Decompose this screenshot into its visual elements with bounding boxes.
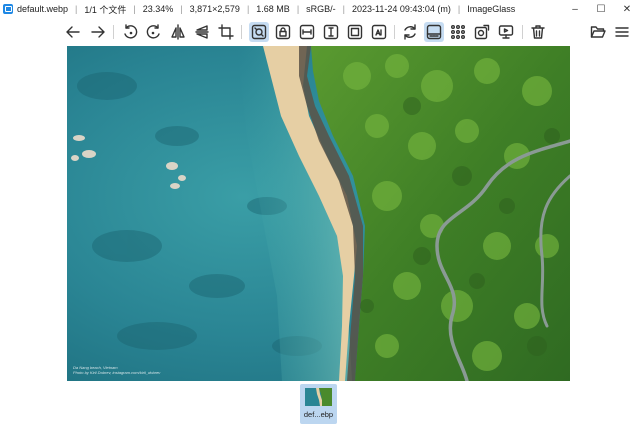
title-datetime: 2023-11-24 09:43:04 (m) (352, 4, 451, 14)
window-controls: – ☐ ✕ (562, 0, 640, 18)
flip-horizontal-icon (171, 24, 185, 40)
lock-zoom-button[interactable] (273, 22, 293, 42)
rotate-right-button[interactable] (144, 22, 164, 42)
title-separator: | (457, 4, 461, 14)
scale-to-width-button[interactable] (297, 22, 317, 42)
menu-icon (615, 27, 629, 37)
maximize-button[interactable]: ☐ (588, 0, 614, 18)
scale-to-height-button[interactable] (321, 22, 341, 42)
gallery-icon (451, 25, 465, 39)
flip-vertical-button[interactable] (192, 22, 212, 42)
title-zoom: 23.34% (142, 4, 174, 14)
gallery-button[interactable] (448, 22, 468, 42)
thumbnail-image (305, 388, 332, 406)
title-separator: | (342, 4, 346, 14)
title-filesize: 1.68 MB (256, 4, 290, 14)
delete-button[interactable] (528, 22, 548, 42)
refresh-icon (404, 24, 416, 40)
thumbnail-bar-icon (426, 24, 442, 40)
imageglass-window: default.webp | 1/1 个文件 | 23.34% | 3,871×… (0, 0, 640, 427)
toolbar-separator (394, 25, 395, 39)
app-logo-icon (3, 4, 13, 14)
slideshow-button[interactable] (496, 22, 516, 42)
toolbar-separator (241, 25, 242, 39)
delete-icon (531, 25, 545, 39)
close-button[interactable]: ✕ (614, 0, 640, 18)
title-filename: default.webp (17, 4, 69, 14)
flip-horizontal-button[interactable] (168, 22, 188, 42)
arrow-left-icon (66, 26, 80, 38)
main-menu-button[interactable] (612, 22, 632, 42)
scale-to-fill-icon (347, 24, 363, 40)
toggle-thumbnail-bar-button[interactable] (424, 22, 444, 42)
title-colorprofile: sRGB/- (306, 4, 336, 14)
scale-to-width-icon (299, 24, 315, 40)
scale-to-height-icon (323, 24, 339, 40)
title-app-name: ImageGlass (467, 4, 516, 14)
rotate-left-icon (124, 24, 138, 39)
title-separator: | (246, 4, 250, 14)
checkerboard-button[interactable] (472, 22, 492, 42)
auto-zoom-button[interactable] (369, 22, 389, 42)
auto-zoom-icon (371, 24, 387, 40)
open-file-button[interactable] (588, 22, 608, 42)
image-viewer[interactable]: Da Nang beach, Vietnam Photo by Kiril Do… (67, 46, 570, 381)
crop-button[interactable] (216, 22, 236, 42)
zoom-to-fit-button[interactable] (249, 22, 269, 42)
toolbar-separator (113, 25, 114, 39)
crop-icon (218, 24, 234, 40)
caption-line-2: Photo by Kiril Dobrev, instagram.com/kir… (73, 370, 161, 375)
title-dimensions: 3,871×2,579 (189, 4, 240, 14)
title-separator: | (296, 4, 300, 14)
previous-image-button[interactable] (63, 22, 83, 42)
title-separator: | (75, 4, 78, 14)
refresh-button[interactable] (400, 22, 420, 42)
title-separator: | (133, 4, 136, 14)
checkerboard-icon (474, 24, 490, 40)
slideshow-icon (498, 25, 514, 39)
zoom-to-fit-icon (251, 24, 267, 40)
toolbar (0, 18, 640, 46)
minimize-button[interactable]: – (562, 0, 588, 18)
rotate-left-button[interactable] (120, 22, 140, 42)
title-file-index: 1/1 个文件 (84, 4, 127, 15)
flip-vertical-icon (195, 25, 209, 39)
thumbnail-label: def...ebp (303, 410, 334, 419)
toolbar-separator (522, 25, 523, 39)
title-bar: default.webp | 1/1 个文件 | 23.34% | 3,871×… (0, 0, 640, 18)
open-folder-icon (590, 26, 606, 38)
thumbnail-item[interactable]: def...ebp (300, 384, 337, 424)
next-image-button[interactable] (88, 22, 108, 42)
photo-image (67, 46, 570, 381)
rotate-right-icon (146, 24, 160, 39)
lock-zoom-icon (275, 24, 291, 40)
title-separator: | (180, 4, 183, 14)
arrow-right-icon (91, 26, 105, 38)
thumbnail-bar: def...ebp (0, 381, 640, 427)
scale-to-fill-button[interactable] (345, 22, 365, 42)
photo-caption: Da Nang beach, Vietnam Photo by Kiril Do… (73, 365, 160, 375)
